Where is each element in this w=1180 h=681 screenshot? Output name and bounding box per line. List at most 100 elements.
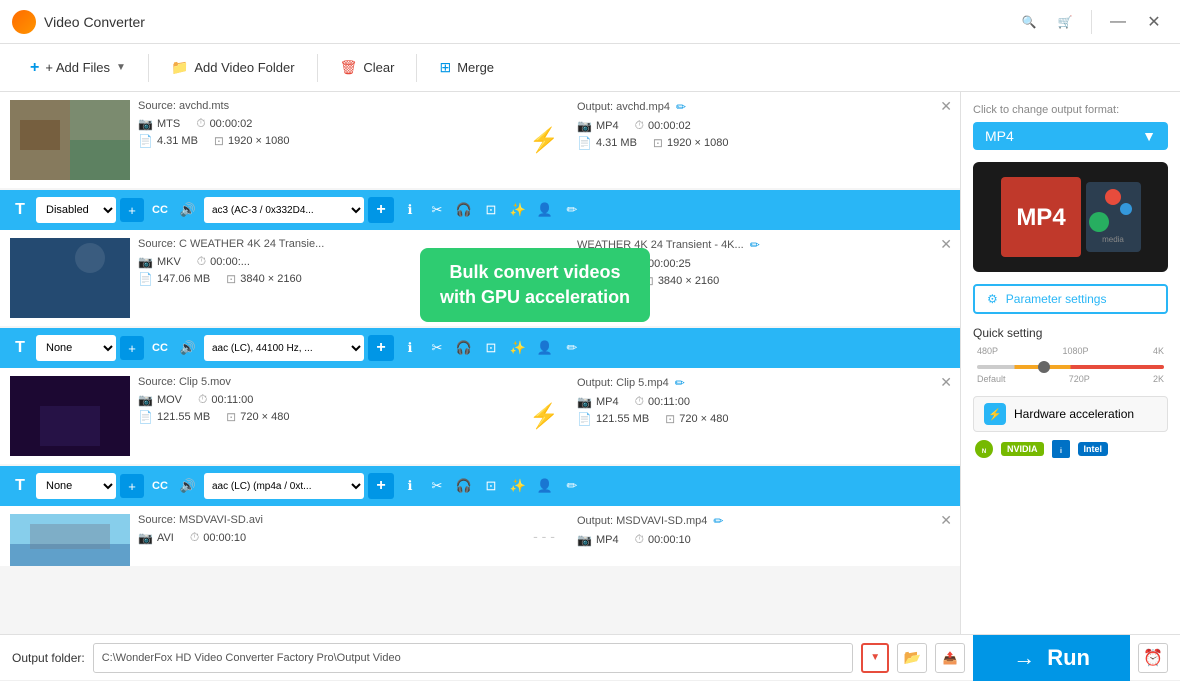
info-icon-1[interactable]: ℹ (398, 198, 422, 222)
export-button[interactable]: 📤 (935, 643, 965, 673)
run-label: Run (1047, 645, 1090, 671)
cc-icon-3[interactable]: CC (148, 474, 172, 498)
output-label-4: Output: MSDVAVI-SD.mp4 ✏ (577, 514, 950, 528)
subtitle-icon-1: T (8, 198, 32, 222)
cut-icon-3[interactable]: ✂ (425, 474, 449, 498)
path-dropdown-button[interactable]: ▼ (861, 643, 889, 673)
cut-icon-2[interactable]: ✂ (425, 336, 449, 360)
thumbnail-4 (10, 514, 130, 566)
info-icon-3[interactable]: ℹ (398, 474, 422, 498)
control-bar-1: T Disabled None + CC 🔊 ac3 (AC-3 / 0x332… (0, 190, 960, 230)
app-logo (12, 10, 36, 34)
title-bar: Video Converter 🔍 🛒 — ✕ (0, 0, 1180, 44)
nvidia-label[interactable]: NVIDIA (1001, 442, 1044, 456)
output-res-2: ⊡ 3840 × 2160 (644, 274, 720, 288)
output-duration-2: ⏱ 00:00:25 (635, 256, 691, 271)
edit2-icon-2[interactable]: ✏ (560, 336, 584, 360)
subtitle-select-1[interactable]: Disabled None (36, 197, 116, 223)
label-480p: 480P (977, 346, 998, 356)
output-format-3: 📷 MP4 (577, 395, 619, 409)
audio-select-2[interactable]: aac (LC), 44100 Hz, ... (204, 335, 364, 361)
output-label-1: Output: avchd.mp4 ✏ (577, 100, 950, 114)
format-dropdown[interactable]: MP4 ▼ (973, 122, 1168, 150)
search-icon[interactable]: 🔍 (1015, 8, 1043, 36)
audio-select-3[interactable]: aac (LC) (mp4a / 0xt... (204, 473, 364, 499)
source-label-2: Source: C WEATHER 4K 24 Transie... (138, 238, 511, 250)
run-button[interactable]: → Run (973, 635, 1130, 681)
edit2-icon-3[interactable]: ✏ (560, 474, 584, 498)
subtitle-select-2[interactable]: None Disabled (36, 335, 116, 361)
quick-setting-label: Quick setting (973, 326, 1168, 340)
file-entry-4: Source: MSDVAVI-SD.avi 📷 AVI ⏱ 00:00:10 (0, 506, 960, 566)
audio-select-1[interactable]: ac3 (AC-3 / 0x332D4... (204, 197, 364, 223)
hardware-acceleration-button[interactable]: ⚡ Hardware acceleration (973, 396, 1168, 432)
intel-label[interactable]: Intel (1078, 442, 1109, 456)
enhance-icon-3[interactable]: ✨ (506, 474, 530, 498)
enhance-icon-1[interactable]: ✨ (506, 198, 530, 222)
cc-icon-1[interactable]: CC (148, 198, 172, 222)
label-default: Default (977, 374, 1006, 384)
output-res-3: ⊡ 720 × 480 (665, 412, 728, 426)
format-preview-svg: MP4 media (991, 167, 1151, 267)
crop-icon-2[interactable]: ⊡ (479, 336, 503, 360)
add-files-arrow: ▼ (116, 62, 126, 73)
crop-icon-3[interactable]: ⊡ (479, 474, 503, 498)
close-button[interactable]: ✕ (1140, 8, 1168, 36)
add-files-button[interactable]: + + Add Files ▼ (16, 53, 140, 83)
edit-output-3[interactable]: ✏ (675, 376, 685, 390)
plus-audio-3[interactable]: + (368, 473, 394, 499)
open-folder-button[interactable]: 📂 (897, 643, 927, 673)
watermark-icon-1[interactable]: 👤 (533, 198, 557, 222)
thumbnail-2 (10, 238, 130, 318)
merge-button[interactable]: ⊞ Merge (425, 53, 508, 82)
window-controls: 🔍 🛒 — ✕ (1015, 8, 1168, 36)
source-duration-3: ⏱ 00:11:00 (198, 392, 253, 407)
plus-sub-3[interactable]: + (120, 474, 144, 498)
output-size-2: 📄 88 MB (577, 274, 628, 288)
close-file-1[interactable]: ✕ (940, 98, 952, 115)
file-entry-2: Source: C WEATHER 4K 24 Transie... 📷 MKV… (0, 230, 960, 368)
quality-top-labels: 480P 1080P 4K (977, 346, 1164, 356)
action-icons-1: ℹ ✂ 🎧 ⊡ ✨ 👤 ✏ (398, 198, 584, 222)
add-video-folder-button[interactable]: 📁 Add Video Folder (157, 53, 309, 82)
close-file-4[interactable]: ✕ (940, 512, 952, 529)
plus-audio-2[interactable]: + (368, 335, 394, 361)
clear-button[interactable]: 🗑 Clear (326, 53, 409, 82)
hw-icon: ⚡ (984, 403, 1006, 425)
edit-output-4[interactable]: ✏ (713, 514, 723, 528)
source-duration-2: ⏱ 00:00:... (197, 254, 250, 269)
plus-audio-1[interactable]: + (368, 197, 394, 223)
audio2-icon-3[interactable]: 🎧 (452, 474, 476, 498)
gpu-icon: GPU (523, 257, 565, 299)
parameter-settings-button[interactable]: ⚙ Parameter settings (973, 284, 1168, 314)
minimize-button[interactable]: — (1104, 8, 1132, 36)
label-4k: 4K (1153, 346, 1164, 356)
edit2-icon-1[interactable]: ✏ (560, 198, 584, 222)
cc-icon-2[interactable]: CC (148, 336, 172, 360)
close-file-3[interactable]: ✕ (940, 374, 952, 391)
edit-output-1[interactable]: ✏ (676, 100, 686, 114)
watermark-icon-3[interactable]: 👤 (533, 474, 557, 498)
alarm-button[interactable]: ⏰ (1138, 643, 1168, 673)
edit-output-2[interactable]: ✏ (750, 238, 760, 252)
close-file-2[interactable]: ✕ (940, 236, 952, 253)
plus-sub-2[interactable]: + (120, 336, 144, 360)
crop-icon-1[interactable]: ⊡ (479, 198, 503, 222)
info-icon-2[interactable]: ℹ (398, 336, 422, 360)
enhance-icon-2[interactable]: ✨ (506, 336, 530, 360)
plus-sub-1[interactable]: + (120, 198, 144, 222)
hw-acceleration-label: Hardware acceleration (1014, 407, 1134, 421)
audio2-icon-2[interactable]: 🎧 (452, 336, 476, 360)
watermark-icon-2[interactable]: 👤 (533, 336, 557, 360)
cart-icon[interactable]: 🛒 (1051, 8, 1079, 36)
quality-slider[interactable] (977, 365, 1164, 369)
file-entry-3: Source: Clip 5.mov 📷 MOV ⏱ 00:11:00 (0, 368, 960, 506)
cut-icon-1[interactable]: ✂ (425, 198, 449, 222)
trash-icon: 🗑 (340, 59, 358, 76)
subtitle-select-3[interactable]: None Disabled (36, 473, 116, 499)
separator-2 (317, 54, 318, 82)
audio2-icon-1[interactable]: 🎧 (452, 198, 476, 222)
source-size-1: 📄 4.31 MB (138, 134, 198, 148)
output-path-input[interactable] (93, 643, 854, 673)
convert-arrow-4: - - - (519, 514, 569, 558)
